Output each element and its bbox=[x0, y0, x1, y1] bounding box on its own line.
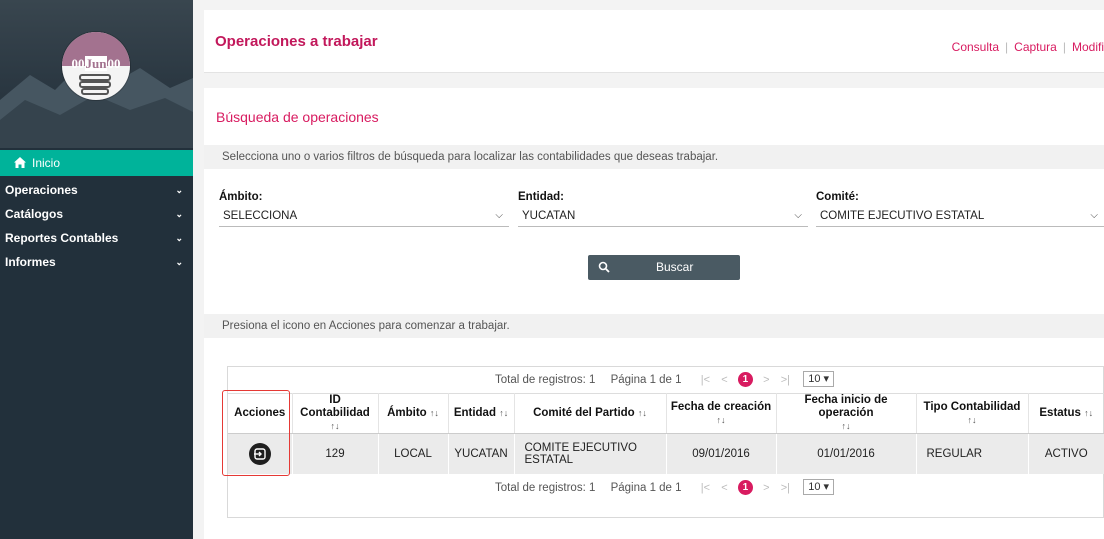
search-button[interactable]: Buscar bbox=[588, 255, 740, 280]
sidebar-item-label: Informes bbox=[5, 255, 56, 269]
page-info: Página 1 de 1 bbox=[610, 374, 682, 386]
col-comite[interactable]: Comité del Partido ↑↓ bbox=[514, 393, 667, 434]
results-table: Acciones ID Contabilidad ↑↓ Ámbito ↑↓ Ent… bbox=[228, 393, 1104, 474]
sort-icon: ↑↓ bbox=[716, 414, 726, 425]
results-table-container: Total de registros: 1 Página 1 de 1 |< <… bbox=[222, 366, 1104, 518]
current-page[interactable]: 1 bbox=[737, 372, 753, 387]
sidebar-item-reportes-contables[interactable]: Reportes Contables ⌄ bbox=[0, 226, 193, 250]
filter-hint: Selecciona uno o varios filtros de búsqu… bbox=[204, 145, 1104, 169]
col-fecha-inicio[interactable]: Fecha inicio de operación ↑↓ bbox=[776, 393, 917, 434]
sidebar-nav: Inicio Operaciones ⌄ Catálogos ⌄ Reporte… bbox=[0, 150, 193, 274]
sort-icon: ↑↓ bbox=[841, 421, 851, 431]
header-links: Consulta | Captura | Modific bbox=[952, 40, 1104, 54]
consulta-link[interactable]: Consulta bbox=[952, 40, 999, 54]
entidad-label: Entidad: bbox=[518, 191, 564, 203]
sidebar-item-label: Catálogos bbox=[5, 207, 64, 221]
ambito-label: Ámbito: bbox=[219, 191, 263, 203]
sort-icon: ↑↓ bbox=[429, 408, 439, 418]
last-page-icon[interactable]: >| bbox=[781, 482, 790, 494]
col-estatus[interactable]: Estatus ↑↓ bbox=[1028, 393, 1104, 434]
rows-per-page-select[interactable]: 10 ▾ bbox=[803, 479, 835, 495]
sidebar-item-inicio[interactable]: Inicio bbox=[0, 150, 193, 176]
ambito-value: SELECCIONA bbox=[223, 210, 298, 222]
logo: 00Jun00 bbox=[62, 32, 130, 100]
next-page-icon[interactable]: > bbox=[763, 482, 769, 494]
sidebar-item-label: Reportes Contables bbox=[5, 231, 119, 245]
link-separator: | bbox=[1062, 40, 1066, 54]
cell-fecha-creacion: 09/01/2016 bbox=[666, 433, 777, 474]
actions-hint: Presiona el icono en Acciones para comen… bbox=[204, 314, 1104, 338]
prev-page-icon[interactable]: < bbox=[721, 482, 727, 494]
chevron-down-icon: ⌵ bbox=[1090, 210, 1098, 221]
ambito-select[interactable]: SELECCIONA ⌵ bbox=[219, 205, 509, 227]
chevron-down-icon: ⌄ bbox=[175, 209, 183, 219]
comite-label: Comité: bbox=[816, 191, 859, 203]
next-page-icon[interactable]: > bbox=[763, 374, 769, 386]
page-header: Operaciones a trabajar Consulta | Captura |… bbox=[204, 10, 1104, 73]
sidebar-item-label: Operaciones bbox=[5, 183, 78, 197]
col-id-contabilidad[interactable]: ID Contabilidad ↑↓ bbox=[292, 393, 379, 434]
cell-estatus: ACTIVO bbox=[1028, 433, 1104, 474]
pager-bottom: Total de registros: 1 Página 1 de 1 |< <… bbox=[228, 475, 1104, 501]
search-button-label: Buscar bbox=[656, 260, 694, 274]
page-info: Página 1 de 1 bbox=[610, 482, 682, 494]
sidebar-item-catalogos[interactable]: Catálogos ⌄ bbox=[0, 202, 193, 226]
cell-ambito: LOCAL bbox=[378, 433, 449, 474]
col-acciones: Acciones bbox=[228, 393, 293, 434]
chevron-down-icon: ⌵ bbox=[495, 210, 503, 221]
table-row: 129 LOCAL YUCATAN COMITE EJECUTIVO ESTAT… bbox=[228, 433, 1104, 474]
sidebar-item-operaciones[interactable]: Operaciones ⌄ bbox=[0, 178, 193, 202]
cell-id: 129 bbox=[292, 433, 379, 474]
current-page[interactable]: 1 bbox=[737, 480, 753, 495]
chevron-down-icon: ⌄ bbox=[175, 185, 183, 195]
sidebar-item-label: Inicio bbox=[32, 156, 61, 170]
pager-top: Total de registros: 1 Página 1 de 1 |< <… bbox=[228, 367, 1104, 393]
first-page-icon[interactable]: |< bbox=[701, 482, 710, 494]
page-title: Operaciones a trabajar bbox=[215, 33, 378, 50]
last-page-icon[interactable]: >| bbox=[781, 374, 790, 386]
comite-select[interactable]: COMITE EJECUTIVO ESTATAL ⌵ bbox=[816, 205, 1104, 227]
hand-icon bbox=[79, 74, 111, 95]
col-fecha-creacion[interactable]: Fecha de creación ↑↓ bbox=[666, 393, 777, 434]
col-tipo-contabilidad[interactable]: Tipo Contabilidad ↑↓ bbox=[916, 393, 1029, 434]
chevron-down-icon: ⌵ bbox=[794, 210, 802, 221]
actions-cell bbox=[228, 433, 293, 474]
sidebar-banner: 00Jun00 bbox=[0, 0, 193, 148]
table-header-row: Acciones ID Contabilidad ↑↓ Ámbito ↑↓ Ent… bbox=[228, 393, 1104, 434]
section-title: Búsqueda de operaciones bbox=[216, 109, 379, 125]
sort-icon: ↑↓ bbox=[1084, 408, 1094, 418]
cell-comite: COMITE EJECUTIVO ESTATAL bbox=[514, 433, 667, 474]
captura-link[interactable]: Captura bbox=[1014, 40, 1057, 54]
total-records: Total de registros: 1 bbox=[495, 374, 596, 386]
cell-fecha-inicio: 01/01/2016 bbox=[776, 433, 917, 474]
enter-icon[interactable] bbox=[248, 442, 271, 465]
search-icon bbox=[598, 261, 610, 273]
link-separator: | bbox=[1005, 40, 1009, 54]
sidebar: 00Jun00 Inicio Operaciones ⌄ Catálogos ⌄… bbox=[0, 0, 193, 539]
entidad-select[interactable]: YUCATAN ⌵ bbox=[518, 205, 808, 227]
comite-value: COMITE EJECUTIVO ESTATAL bbox=[820, 210, 985, 222]
col-entidad[interactable]: Entidad ↑↓ bbox=[448, 393, 515, 434]
modificacion-link[interactable]: Modific bbox=[1072, 40, 1104, 54]
logo-date: 00Jun00 bbox=[71, 56, 121, 71]
chevron-down-icon: ⌄ bbox=[175, 233, 183, 243]
home-icon bbox=[14, 157, 26, 168]
col-ambito[interactable]: Ámbito ↑↓ bbox=[378, 393, 449, 434]
cell-tipo: REGULAR bbox=[916, 433, 1029, 474]
sort-icon: ↑↓ bbox=[330, 421, 340, 431]
rows-per-page-select[interactable]: 10 ▾ bbox=[803, 371, 835, 387]
sidebar-item-informes[interactable]: Informes ⌄ bbox=[0, 250, 193, 274]
sort-icon: ↑↓ bbox=[967, 414, 977, 425]
search-panel: Búsqueda de operaciones Selecciona uno o… bbox=[204, 88, 1104, 539]
sort-icon: ↑↓ bbox=[499, 408, 509, 418]
sort-icon: ↑↓ bbox=[637, 408, 647, 418]
prev-page-icon[interactable]: < bbox=[721, 374, 727, 386]
first-page-icon[interactable]: |< bbox=[701, 374, 710, 386]
cell-entidad: YUCATAN bbox=[448, 433, 515, 474]
chevron-down-icon: ⌄ bbox=[175, 257, 183, 267]
total-records: Total de registros: 1 bbox=[495, 482, 596, 494]
entidad-value: YUCATAN bbox=[522, 210, 576, 222]
